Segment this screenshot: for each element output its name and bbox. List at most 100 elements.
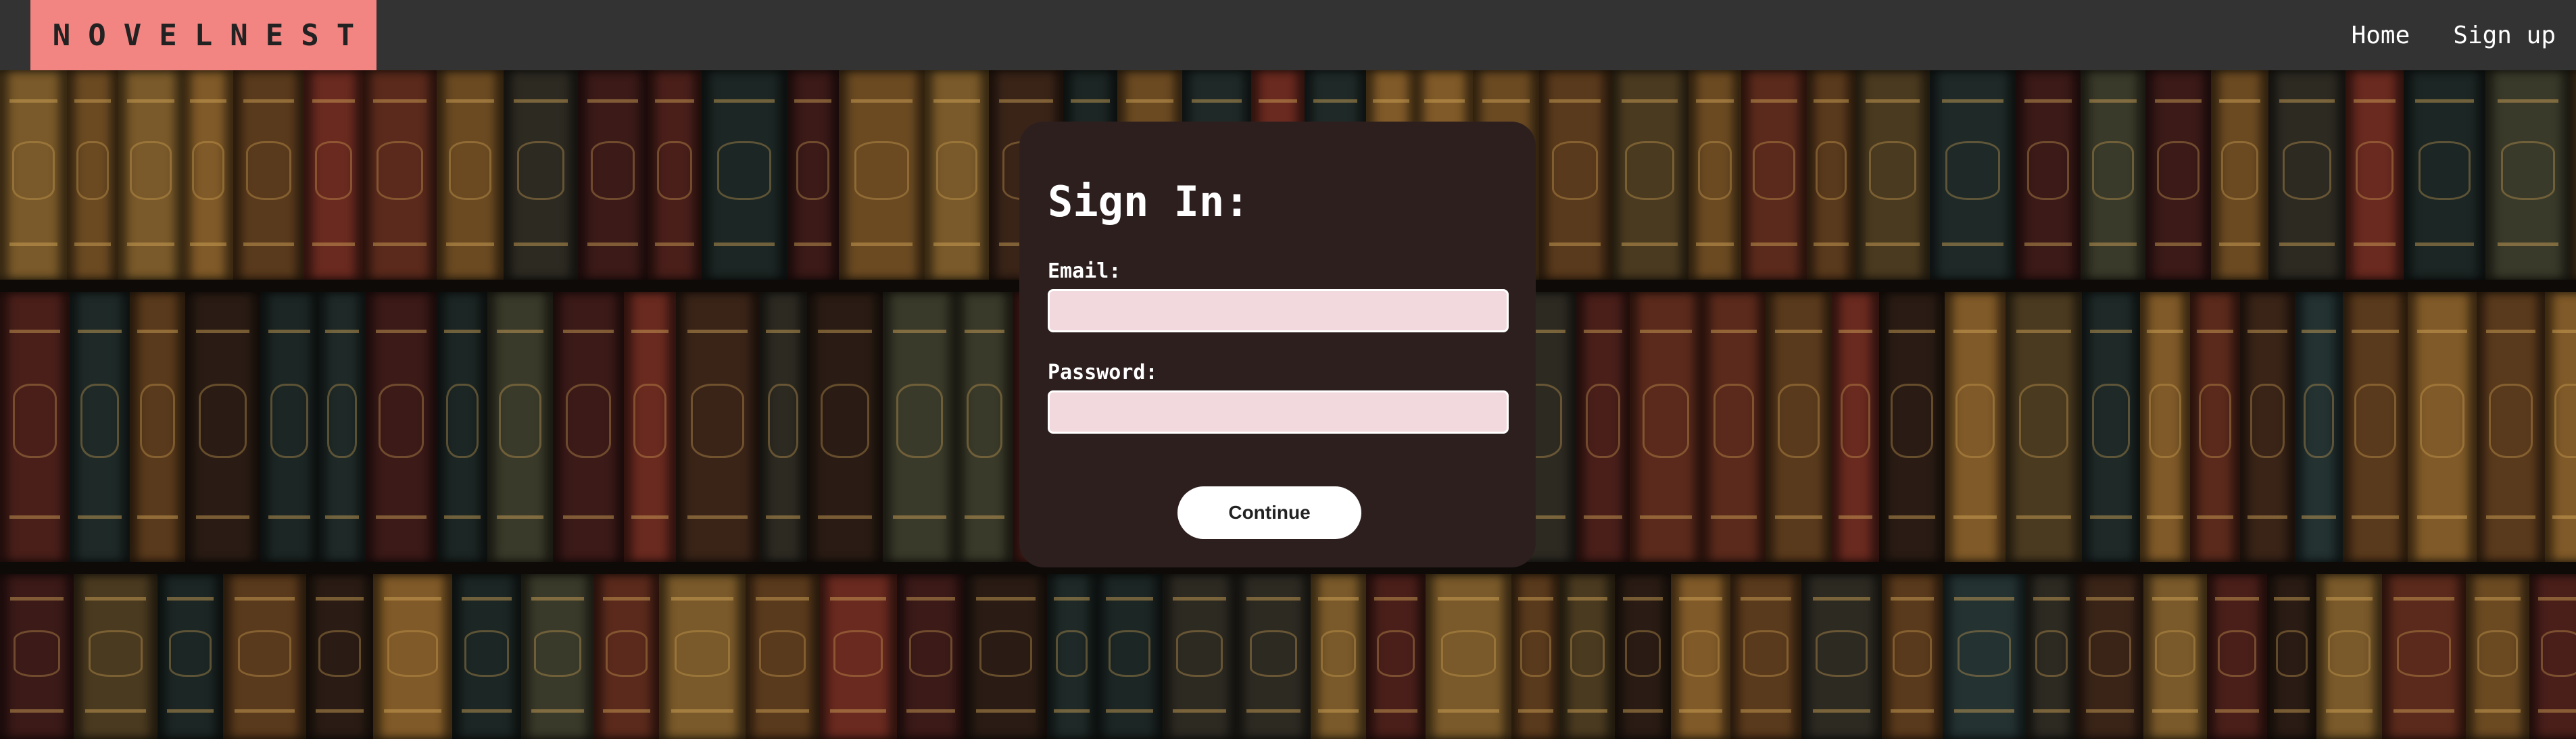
book-spine: [437, 292, 487, 562]
book-spine: [1615, 574, 1671, 739]
book-spine: [318, 292, 366, 562]
page: NOVELNEST Home Sign up Sign In: Email: P…: [0, 0, 2576, 739]
book-spine: [2240, 292, 2295, 562]
book-spine: [2143, 574, 2207, 739]
book-spine: [1741, 70, 1807, 280]
sign-in-card: Sign In: Email: Password: Continue: [1019, 122, 1536, 567]
book-spine: [624, 292, 676, 562]
book-spine: [2026, 574, 2076, 739]
book-spine: [2145, 70, 2211, 280]
book-spine: [304, 70, 363, 280]
book-spine: [2343, 292, 2408, 562]
book-spine: [1366, 574, 1426, 739]
bookshelf-row: [0, 574, 2576, 739]
book-spine: [648, 70, 702, 280]
book-spine: [594, 574, 659, 739]
book-spine: [1930, 70, 2016, 280]
book-spine: [183, 70, 233, 280]
book-spine: [2267, 574, 2316, 739]
continue-button[interactable]: Continue: [1177, 486, 1361, 539]
book-spine: [1236, 574, 1311, 739]
book-spine: [0, 70, 67, 280]
book-spine: [1576, 292, 1630, 562]
book-spine: [883, 292, 956, 562]
book-spine: [2207, 574, 2267, 739]
book-spine: [1096, 574, 1163, 739]
book-spine: [0, 292, 70, 562]
nav-link-sign-up[interactable]: Sign up: [2453, 22, 2556, 49]
book-spine: [70, 292, 130, 562]
book-spine: [118, 70, 183, 280]
book-spine: [2082, 292, 2140, 562]
book-spine: [2006, 292, 2082, 562]
book-spine: [702, 70, 787, 280]
book-spine: [1671, 574, 1730, 739]
book-spine: [839, 70, 925, 280]
book-spine: [2076, 574, 2143, 739]
book-spine: [553, 292, 624, 562]
book-spine: [1807, 70, 1855, 280]
book-spine: [2485, 70, 2570, 280]
book-spine: [373, 574, 452, 739]
book-spine: [306, 574, 373, 739]
book-spine: [67, 70, 118, 280]
book-spine: [452, 574, 521, 739]
book-spine: [74, 574, 157, 739]
book-spine: [925, 70, 989, 280]
book-spine: [2529, 574, 2576, 739]
book-spine: [1511, 574, 1560, 739]
top-navigation-bar: NOVELNEST Home Sign up: [0, 0, 2576, 70]
book-spine: [2408, 292, 2477, 562]
book-spine: [130, 292, 185, 562]
main-nav: Home Sign up: [2308, 0, 2556, 70]
book-spine: [787, 70, 839, 280]
book-spine: [2211, 70, 2268, 280]
nav-link-home[interactable]: Home: [2352, 22, 2410, 49]
book-spine: [2346, 70, 2404, 280]
email-field[interactable]: [1048, 289, 1509, 332]
book-spine: [487, 292, 553, 562]
book-spine: [1945, 292, 2006, 562]
book-spine: [260, 292, 318, 562]
book-spine: [2316, 574, 2382, 739]
book-spine: [1560, 574, 1615, 739]
book-spine: [897, 574, 965, 739]
book-spine: [2382, 574, 2466, 739]
book-spine: [965, 574, 1047, 739]
book-spine: [2016, 70, 2081, 280]
book-spine: [578, 70, 648, 280]
book-spine: [2477, 292, 2545, 562]
brand-logo[interactable]: NOVELNEST: [30, 0, 376, 70]
book-spine: [1630, 292, 1702, 562]
email-label: Email:: [1048, 259, 1121, 283]
book-spine: [1832, 292, 1879, 562]
book-spine: [223, 574, 306, 739]
book-spine: [1426, 574, 1511, 739]
book-spine: [676, 292, 759, 562]
book-spine: [2140, 292, 2190, 562]
book-spine: [504, 70, 578, 280]
book-spine: [1855, 70, 1930, 280]
book-spine: [2190, 292, 2240, 562]
book-spine: [1702, 292, 1766, 562]
book-spine: [2466, 574, 2529, 739]
book-spine: [437, 70, 504, 280]
book-spine: [366, 292, 437, 562]
book-spine: [185, 292, 260, 562]
book-spine: [2268, 70, 2346, 280]
book-spine: [233, 70, 304, 280]
book-spine: [2295, 292, 2343, 562]
book-spine: [1688, 70, 1741, 280]
book-spine: [1163, 574, 1236, 739]
book-spine: [807, 292, 883, 562]
book-spine: [1611, 70, 1688, 280]
password-field[interactable]: [1048, 390, 1509, 434]
book-spine: [1879, 292, 1945, 562]
book-spine: [746, 574, 819, 739]
book-spine: [1943, 574, 2026, 739]
book-spine: [819, 574, 897, 739]
book-spine: [759, 292, 807, 562]
book-spine: [956, 292, 1013, 562]
book-spine: [1766, 292, 1832, 562]
book-spine: [1801, 574, 1882, 739]
